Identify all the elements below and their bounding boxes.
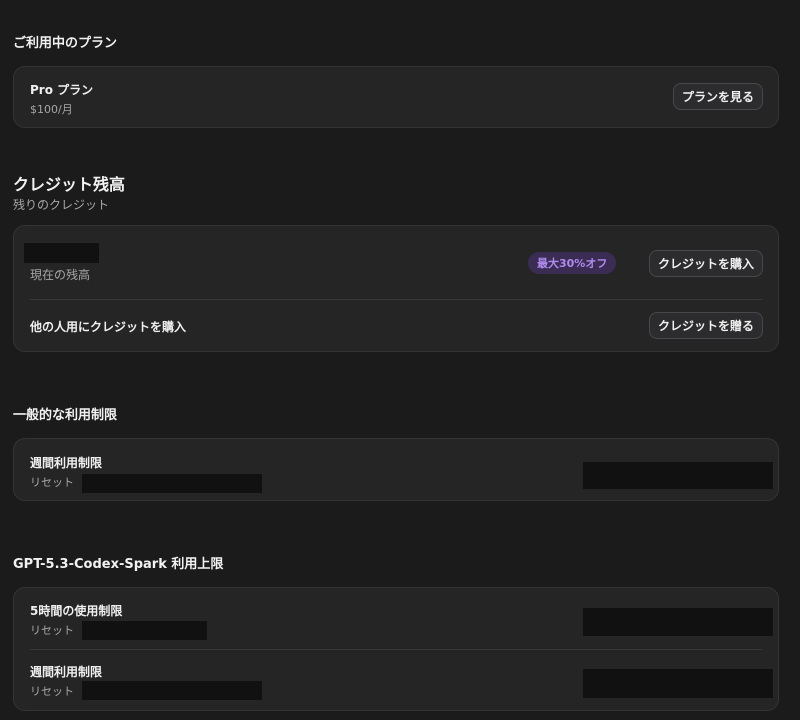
credits-subtitle: 残りのクレジット <box>13 198 110 212</box>
codex-weekly-reset-time-redacted <box>82 681 262 700</box>
codex-weekly-usage-redacted <box>583 669 773 698</box>
balance-value-redacted <box>24 243 99 263</box>
five-hour-reset-time-redacted <box>82 621 207 640</box>
plan-card: Pro プラン $100/月 プランを見る <box>13 66 779 128</box>
weekly-limit-label: 週間利用制限 <box>30 456 103 470</box>
gift-credits-label: 他の人用にクレジットを購入 <box>30 320 187 334</box>
weekly-reset-time-redacted <box>82 474 262 493</box>
codex-weekly-reset-label: リセット <box>30 685 74 698</box>
view-plans-button[interactable]: プランを見る <box>672 83 763 110</box>
plan-price: $100/月 <box>30 103 73 116</box>
balance-label: 現在の残高 <box>30 268 91 282</box>
codex-limits-title: GPT-5.3-Codex-Spark 利用上限 <box>13 557 224 572</box>
plan-section-title: ご利用中のプラン <box>13 36 118 51</box>
divider <box>30 649 762 650</box>
weekly-reset-label: リセット <box>30 476 74 489</box>
codex-weekly-limit-label: 週間利用制限 <box>30 665 103 679</box>
five-hour-reset-label: リセット <box>30 624 74 637</box>
codex-limits-card: 5時間の使用制限 リセット 週間利用制限 リセット <box>13 587 779 711</box>
five-hour-usage-redacted <box>583 608 773 636</box>
credits-section-title: クレジット残高 <box>13 175 126 194</box>
general-limits-card: 週間利用制限 リセット <box>13 438 779 501</box>
gift-credits-button[interactable]: クレジットを贈る <box>648 312 763 339</box>
buy-credits-button[interactable]: クレジットを購入 <box>648 250 763 277</box>
plan-name: Pro プラン <box>30 83 94 97</box>
general-limits-title: 一般的な利用制限 <box>13 408 118 423</box>
five-hour-limit-label: 5時間の使用制限 <box>30 604 123 618</box>
divider <box>30 299 762 300</box>
credits-card: 現在の残高 最大30%オフ クレジットを購入 他の人用にクレジットを購入 クレジ… <box>13 225 779 352</box>
weekly-usage-redacted <box>583 462 773 489</box>
discount-badge: 最大30%オフ <box>528 252 617 274</box>
